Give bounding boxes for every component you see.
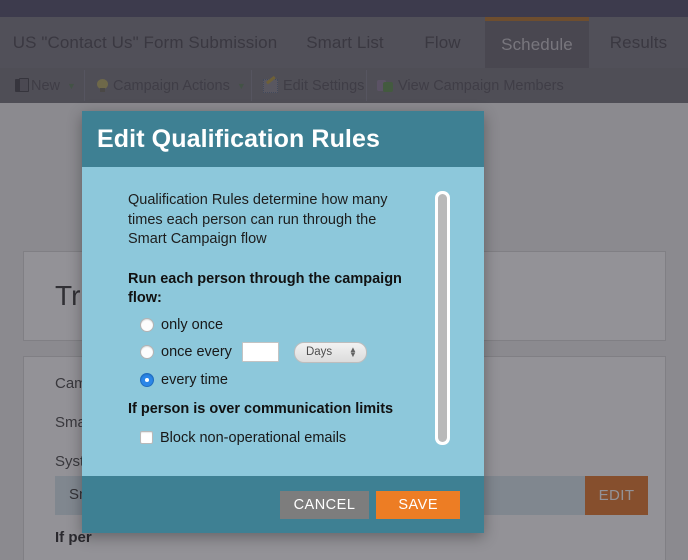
- limits-section-label: If person is over communication limits: [128, 400, 394, 417]
- interval-unit-selected-label: Days: [305, 346, 333, 358]
- toolbar-view-campaign-members-button[interactable]: View Campaign Members: [377, 68, 564, 103]
- dialog-description: Qualification Rules determine how many t…: [128, 192, 388, 247]
- tab-label: Schedule: [501, 34, 573, 54]
- tab-strip: US "Contact Us" Form Submission Smart Li…: [0, 17, 688, 68]
- radio-option-only-once[interactable]: only once: [140, 317, 418, 333]
- toolbar-edit-settings-button[interactable]: Edit Settings: [263, 68, 364, 103]
- radio-only-once-label: only once: [161, 316, 224, 333]
- checkbox-label: Block non-operational emails: [160, 429, 347, 446]
- checkbox-icon[interactable]: [140, 431, 153, 444]
- people-icon: [377, 79, 393, 93]
- chevron-down-icon: ▼: [236, 80, 246, 91]
- radio-once-every-icon[interactable]: [140, 345, 154, 359]
- toolbar-view-campaign-members-label: View Campaign Members: [398, 77, 564, 94]
- radio-only-once-icon[interactable]: [140, 317, 154, 332]
- toolbar-campaign-actions-label: Campaign Actions: [113, 77, 230, 94]
- radio-every-time-label: every time: [161, 371, 228, 388]
- save-button[interactable]: SAVE: [376, 490, 460, 519]
- stepper-arrows-icon: ▲ ▼: [349, 345, 357, 359]
- toolbar-campaign-actions-button[interactable]: Campaign Actions ▼: [97, 68, 246, 103]
- lightbulb-icon: [97, 78, 108, 93]
- tab-label: Smart List: [306, 32, 384, 52]
- toolbar-new-button[interactable]: New ▼: [15, 68, 76, 103]
- title-bar: [0, 0, 688, 17]
- dialog-body: Qualification Rules determine how many t…: [82, 167, 484, 476]
- dialog-header: Edit Qualification Rules: [82, 111, 484, 167]
- tab-results[interactable]: Results: [589, 17, 688, 68]
- toolbar-divider: [251, 70, 252, 101]
- tab-label: Flow: [424, 32, 461, 52]
- toolbar-new-label: New: [31, 77, 61, 94]
- tab-schedule[interactable]: Schedule: [485, 17, 589, 68]
- edit-button[interactable]: EDIT: [585, 476, 648, 515]
- toolbar-edit-settings-label: Edit Settings: [283, 77, 365, 94]
- tab-label: US "Contact Us" Form Submission: [12, 32, 278, 52]
- toolbar: New ▼ Campaign Actions ▼ Edit Settings V…: [0, 68, 688, 103]
- dialog-title: Edit Qualification Rules: [97, 124, 380, 153]
- edit-qualification-rules-dialog: Edit Qualification Rules Qualification R…: [82, 111, 484, 533]
- interval-unit-select[interactable]: Days ▲ ▼: [293, 341, 367, 363]
- chevron-down-icon: ▼: [67, 80, 76, 91]
- toolbar-divider: [84, 70, 85, 101]
- checkbox-block-non-operational-emails[interactable]: Block non-operational emails: [140, 430, 418, 446]
- dialog-footer: CANCEL SAVE: [82, 476, 484, 533]
- dialog-scrollbar[interactable]: [435, 191, 450, 445]
- radio-every-time-icon[interactable]: [140, 372, 154, 387]
- scrollbar-thumb[interactable]: [438, 194, 447, 442]
- toolbar-divider: [366, 70, 367, 101]
- tab-label: Results: [609, 32, 668, 52]
- radio-option-once-every[interactable]: once every Days ▲ ▼: [140, 341, 418, 363]
- tab-contact-us-form[interactable]: US "Contact Us" Form Submission: [0, 17, 290, 68]
- tab-flow[interactable]: Flow: [400, 17, 485, 68]
- tab-smart-list[interactable]: Smart List: [290, 17, 400, 68]
- run-section-label: Run each person through the campaign flo…: [128, 270, 402, 306]
- radio-once-every-label: once every: [161, 344, 232, 360]
- new-document-icon: [15, 78, 29, 92]
- radio-option-every-time[interactable]: every time: [140, 372, 418, 388]
- cancel-button[interactable]: CANCEL: [279, 490, 370, 519]
- pencil-icon: [263, 78, 278, 93]
- app-window: US "Contact Us" Form Submission Smart Li…: [0, 0, 688, 560]
- interval-value-input[interactable]: [241, 342, 279, 362]
